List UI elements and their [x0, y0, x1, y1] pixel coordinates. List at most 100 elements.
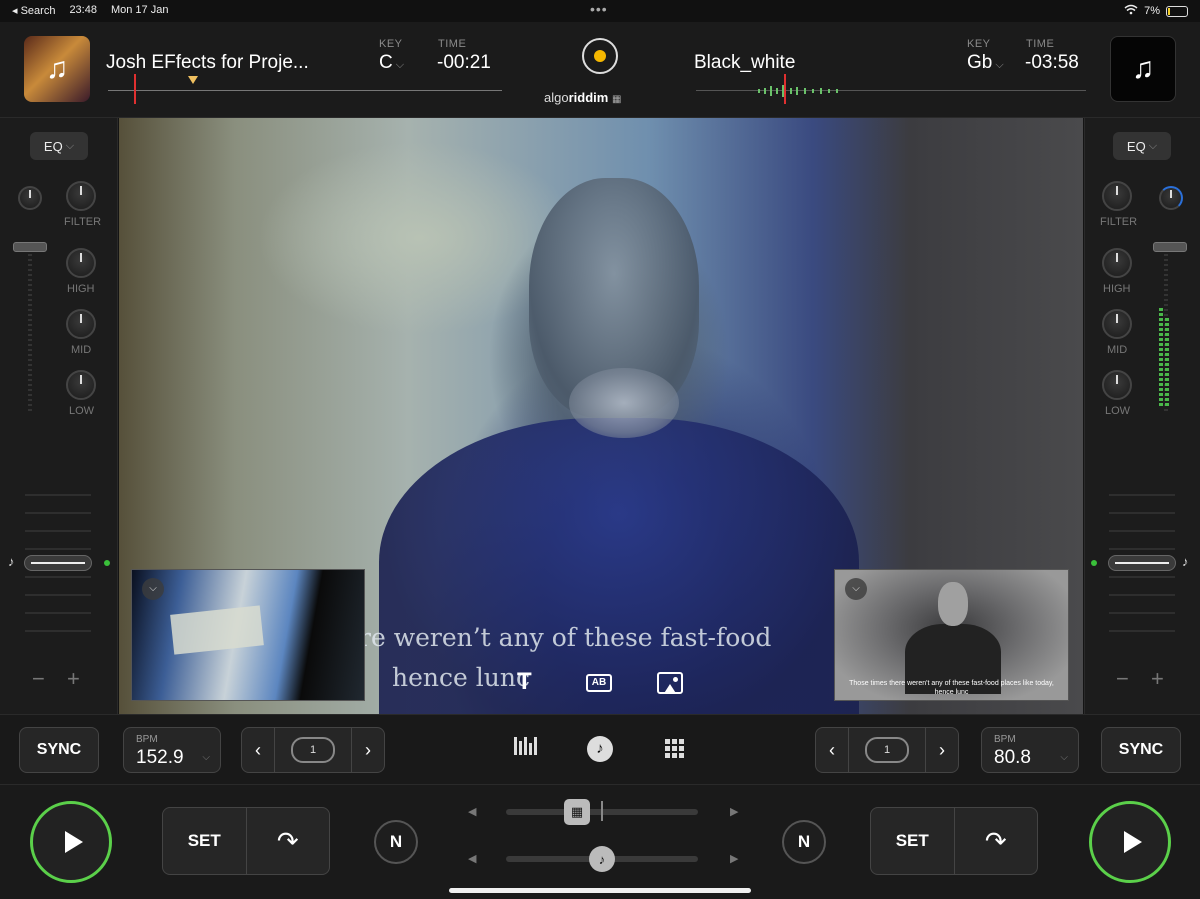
left-eq-label: EQ: [43, 138, 63, 154]
battery-icon: [1166, 5, 1188, 17]
left-set-cue-button[interactable]: SET: [163, 808, 246, 874]
left-time-value: -00:21: [437, 52, 491, 73]
battery-percent: 7%: [1144, 5, 1160, 17]
chevron-down-icon[interactable]: ⌵: [845, 578, 867, 600]
video-fader-right-arrow[interactable]: ▶: [730, 805, 738, 818]
left-pitch-minus-button[interactable]: −: [32, 666, 45, 692]
right-sync-button[interactable]: SYNC: [1101, 727, 1181, 773]
left-key-selector[interactable]: C ⌵: [379, 52, 404, 74]
right-high-label: HIGH: [1103, 283, 1131, 295]
right-loop-button[interactable]: 1: [848, 728, 926, 772]
mixer-icon[interactable]: [514, 737, 537, 755]
left-pitch-slider[interactable]: [24, 555, 92, 571]
video-preview[interactable]: re weren’t any of these fast-food hence …: [119, 118, 1083, 714]
brand-logo: algoriddim ▦: [544, 90, 621, 105]
chevron-down-icon: ⌵: [1060, 752, 1068, 763]
right-video-thumbnail[interactable]: ⌵ Those times there weren't any of these…: [834, 569, 1069, 701]
right-low-knob[interactable]: [1102, 370, 1132, 400]
pads-grid-icon[interactable]: [665, 739, 684, 758]
right-pitch-plus-button[interactable]: +: [1151, 666, 1164, 692]
left-bpm-value: 152.9: [136, 747, 184, 768]
right-filter-knob[interactable]: [1102, 181, 1132, 211]
left-jump-cue-button[interactable]: ↷: [245, 808, 330, 874]
chevron-down-icon[interactable]: ⌵: [142, 578, 164, 600]
music-note-icon: ♫: [1131, 52, 1155, 85]
right-loop-next-button[interactable]: ›: [926, 728, 958, 772]
right-mid-knob[interactable]: [1102, 309, 1132, 339]
left-play-button[interactable]: [30, 801, 112, 883]
right-gain-knob[interactable]: [1159, 186, 1183, 210]
text-overlay-icon[interactable]: T: [517, 668, 532, 696]
left-track-title[interactable]: Josh EFfects for Proje...: [106, 52, 309, 74]
right-loop-count: 1: [883, 744, 891, 756]
right-waveform[interactable]: [696, 90, 1086, 91]
back-to-search[interactable]: ◂ Search: [12, 4, 55, 17]
left-loop-button[interactable]: 1: [274, 728, 352, 772]
right-pitch-slider[interactable]: [1108, 555, 1176, 571]
left-bpm-label: BPM: [136, 734, 158, 745]
left-high-knob[interactable]: [66, 248, 96, 278]
left-low-knob[interactable]: [66, 370, 96, 400]
video-fader-left-arrow[interactable]: ◀: [468, 805, 476, 818]
music-note-icon: ♪: [8, 554, 15, 569]
right-bpm-selector[interactable]: BPM 80.8 ⌵: [981, 727, 1079, 773]
image-icon[interactable]: [657, 672, 683, 694]
left-loop-count: 1: [309, 744, 317, 756]
left-loop-control: ‹ 1 ›: [241, 727, 385, 773]
chevron-down-icon: ⌵: [65, 139, 75, 152]
left-bpm-selector[interactable]: BPM 152.9 ⌵: [123, 727, 221, 773]
right-volume-handle[interactable]: [1153, 242, 1187, 252]
brand-prefix: algo: [544, 90, 569, 105]
left-loop-prev-button[interactable]: ‹: [242, 728, 274, 772]
right-eq-panel: EQ ⌵ FILTER HIGH MID LOW ♪ − +: [1084, 118, 1200, 714]
cue-arrow-icon: ↷: [276, 825, 299, 856]
right-set-cue-button[interactable]: SET: [871, 808, 954, 874]
left-waveform[interactable]: [108, 90, 502, 91]
left-volume-handle[interactable]: [13, 242, 47, 252]
deck-controls-row: SYNC BPM 152.9 ⌵ ‹ 1 › ♪ ‹ 1 › BPM 80.8 …: [0, 714, 1200, 784]
left-mid-knob[interactable]: [66, 309, 96, 339]
right-play-button[interactable]: [1089, 801, 1171, 883]
right-eq-dropdown[interactable]: EQ ⌵: [1113, 132, 1171, 160]
multitask-dots-icon[interactable]: •••: [590, 2, 608, 16]
chevron-down-icon: ⌵: [995, 59, 1004, 71]
left-eq-dropdown[interactable]: EQ ⌵: [30, 132, 88, 160]
audio-crossfader-knob[interactable]: ♪: [589, 846, 615, 872]
left-time-label: TIME: [438, 38, 467, 50]
left-video-thumbnail[interactable]: ⌵: [131, 569, 365, 701]
right-track-title[interactable]: Black_white: [694, 52, 795, 74]
left-filter-knob[interactable]: [66, 181, 96, 211]
ab-subtitle-icon[interactable]: AB: [586, 674, 612, 692]
left-track-artwork[interactable]: ♫: [24, 36, 90, 102]
pitch-tick: [25, 494, 91, 496]
video-crossfader-center-mark: [601, 801, 603, 821]
right-cue-group: SET ↷: [870, 807, 1038, 875]
pitch-tick: [25, 530, 91, 532]
left-gain-knob[interactable]: [18, 186, 42, 210]
left-filter-label: FILTER: [64, 216, 102, 228]
left-pitch-plus-button[interactable]: +: [67, 666, 80, 692]
right-mid-label: MID: [1107, 344, 1128, 356]
pitch-tick: [1109, 612, 1175, 614]
right-pitch-indicator: [1091, 560, 1097, 566]
video-figure-beard: [569, 368, 679, 438]
audio-fader-right-arrow[interactable]: ▶: [730, 852, 738, 865]
home-indicator[interactable]: [449, 888, 751, 893]
right-high-knob[interactable]: [1102, 248, 1132, 278]
left-nudge-button[interactable]: N: [374, 820, 418, 864]
algoriddim-menu-button[interactable]: [582, 38, 618, 74]
wifi-icon: [1124, 4, 1138, 18]
music-library-button[interactable]: ♪: [587, 736, 613, 762]
right-loop-prev-button[interactable]: ‹: [816, 728, 848, 772]
transport-row: SET ↷ N ◀ ▦ ▶ ◀ ♪ ▶ N SET ↷: [0, 784, 1200, 899]
left-loop-next-button[interactable]: ›: [352, 728, 384, 772]
film-icon[interactable]: ▦: [564, 799, 590, 825]
left-volume-fader[interactable]: [28, 244, 32, 414]
right-track-artwork[interactable]: ♫: [1110, 36, 1176, 102]
right-jump-cue-button[interactable]: ↷: [953, 808, 1038, 874]
right-nudge-button[interactable]: N: [782, 820, 826, 864]
left-sync-button[interactable]: SYNC: [19, 727, 99, 773]
right-pitch-minus-button[interactable]: −: [1116, 666, 1129, 692]
audio-fader-left-arrow[interactable]: ◀: [468, 852, 476, 865]
right-key-selector[interactable]: Gb ⌵: [967, 52, 1004, 74]
